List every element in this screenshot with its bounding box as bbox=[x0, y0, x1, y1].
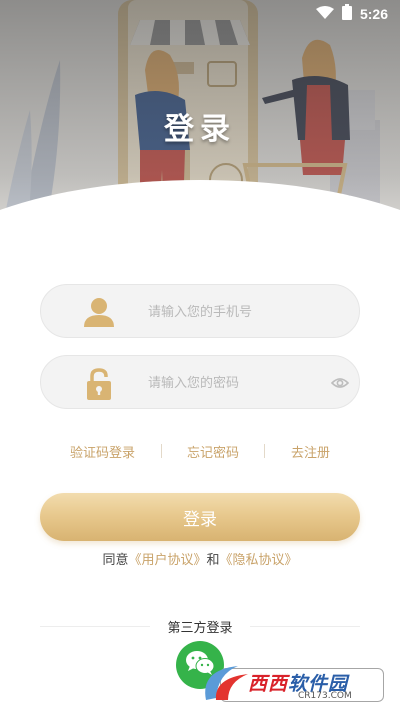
phone-input[interactable] bbox=[148, 299, 328, 325]
auth-links: 验证码登录 忘记密码 去注册 bbox=[40, 440, 360, 462]
register-link[interactable]: 去注册 bbox=[291, 442, 330, 461]
divider bbox=[160, 444, 162, 458]
forgot-password-link[interactable]: 忘记密码 bbox=[187, 442, 239, 461]
user-agreement-link[interactable]: 《用户协议》 bbox=[128, 553, 206, 568]
unlock-icon bbox=[83, 368, 115, 400]
privacy-agreement-link[interactable]: 《隐私协议》 bbox=[220, 553, 298, 568]
wifi-icon bbox=[315, 5, 334, 24]
watermark-url: CR173.COM bbox=[298, 691, 352, 701]
phone-field[interactable] bbox=[40, 284, 360, 338]
login-button[interactable]: 登录 bbox=[40, 493, 360, 541]
agreement-and: 和 bbox=[206, 553, 220, 568]
divider bbox=[250, 626, 360, 627]
watermark-swirl-icon bbox=[205, 666, 248, 700]
sms-login-link[interactable]: 验证码登录 bbox=[70, 442, 135, 461]
third-party-login: 第三方登录 bbox=[40, 617, 360, 636]
agreement-text: 同意《用户协议》和《隐私协议》 bbox=[0, 549, 400, 568]
status-time: 5:26 bbox=[359, 6, 388, 22]
eye-icon[interactable] bbox=[330, 375, 350, 391]
page-title: 登录 bbox=[164, 112, 236, 147]
battery-icon bbox=[341, 4, 352, 24]
status-bar: 5:26 bbox=[0, 0, 400, 26]
password-field[interactable] bbox=[40, 355, 360, 409]
divider bbox=[264, 444, 266, 458]
watermark-logo: 西西软件园 CR173.COM bbox=[198, 660, 388, 704]
password-input[interactable] bbox=[148, 370, 328, 396]
user-icon bbox=[83, 297, 115, 327]
agreement-prefix: 同意 bbox=[102, 553, 129, 568]
